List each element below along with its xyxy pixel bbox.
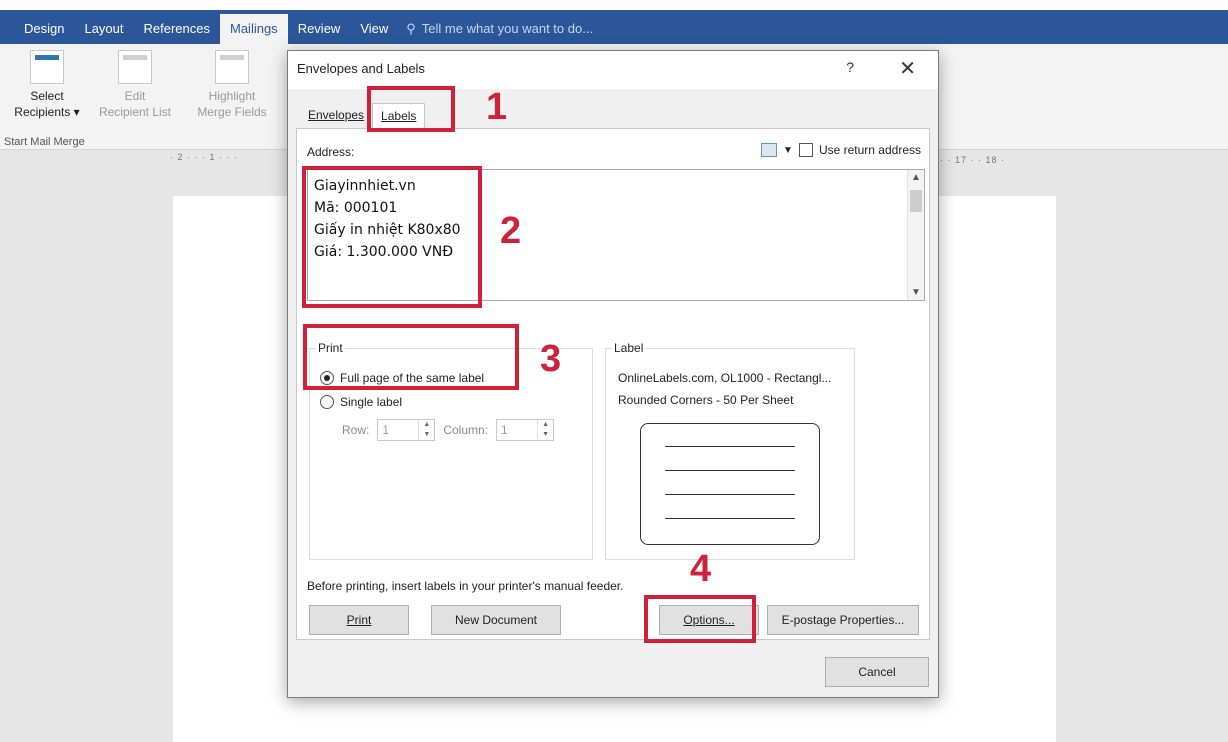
tab-envelopes[interactable]: Envelopes: [300, 103, 372, 129]
ruler-right: · · 17 · · 18 ·: [940, 155, 1006, 165]
radio-empty-icon: [320, 395, 334, 409]
epostage-properties-button[interactable]: E-postage Properties...: [767, 605, 919, 635]
highlight-merge-fields-button[interactable]: Highlight Merge Fields: [186, 50, 278, 120]
annotation-number: 1: [486, 86, 508, 128]
close-icon[interactable]: ✕: [899, 56, 916, 81]
use-return-address-checkbox[interactable]: [798, 143, 813, 157]
preview-line: [665, 518, 795, 519]
chevron-down-icon[interactable]: ▼: [783, 145, 793, 156]
annotation-number: 3: [540, 338, 562, 380]
spin-arrows-icon[interactable]: ▲ ▼: [418, 420, 434, 440]
column-label: Column:: [443, 423, 489, 437]
highlight-box-options: [644, 595, 756, 643]
highlight-label-2: Merge Fields: [197, 105, 267, 119]
use-return-address-label: Use return address: [818, 143, 921, 157]
select-recipients-label-2: Recipients ▾: [14, 105, 80, 119]
address-label: Address:: [307, 145, 355, 159]
address-scrollbar[interactable]: ▲ ▼: [907, 170, 924, 300]
single-label-radio[interactable]: Single label: [320, 395, 402, 409]
spin-arrows-icon[interactable]: ▲ ▼: [537, 420, 553, 440]
tab-view[interactable]: View: [350, 14, 398, 44]
ruler-left: · 2 · · · 1 · · ·: [170, 152, 238, 162]
scroll-down-icon[interactable]: ▼: [911, 287, 921, 298]
edit-recipient-list-button[interactable]: Edit Recipient List: [90, 50, 180, 120]
row-value: 1: [382, 423, 390, 437]
preview-line: [665, 494, 795, 495]
highlight-box-labels-tab: [367, 86, 455, 132]
scroll-up-icon[interactable]: ▲: [911, 172, 921, 183]
tab-layout[interactable]: Layout: [74, 14, 133, 44]
row-stepper[interactable]: 1 ▲ ▼: [377, 419, 436, 441]
feeder-note: Before printing, insert labels in your p…: [307, 579, 624, 593]
edit-recipient-label-1: Edit: [124, 89, 146, 103]
title-strip: [0, 0, 1228, 10]
highlight-box-print: [303, 324, 519, 390]
lightbulb-icon: ⚲: [406, 21, 416, 36]
highlight-box-address: [302, 166, 482, 308]
address-tools: ▼ Use return address: [761, 143, 921, 157]
ribbon-tabs: Design Layout References Mailings Review…: [14, 14, 601, 44]
highlight-label-1: Highlight: [208, 89, 256, 103]
preview-line: [665, 446, 795, 447]
label-description: Rounded Corners - 50 Per Sheet: [618, 393, 794, 407]
select-recipients-button[interactable]: Select Recipients ▾: [8, 50, 86, 120]
highlight-icon: [215, 50, 249, 84]
label-preview: [640, 423, 820, 545]
tab-mailings[interactable]: Mailings: [220, 14, 288, 44]
annotation-number: 2: [500, 210, 522, 252]
single-label-label: Single label: [340, 395, 403, 409]
help-button[interactable]: ?: [846, 59, 854, 75]
cancel-button[interactable]: Cancel: [825, 657, 929, 687]
new-document-button[interactable]: New Document: [431, 605, 561, 635]
tab-design[interactable]: Design: [14, 14, 74, 44]
scroll-thumb[interactable]: [910, 190, 922, 212]
column-value: 1: [501, 423, 508, 437]
tell-me-box[interactable]: ⚲ Tell me what you want to do...: [398, 14, 601, 44]
print-button[interactable]: Print: [309, 605, 409, 635]
tab-review[interactable]: Review: [288, 14, 351, 44]
edit-recipient-label-2: Recipient List: [98, 105, 172, 119]
tab-references[interactable]: References: [134, 14, 220, 44]
annotation-number: 4: [690, 548, 712, 590]
tell-me-text: Tell me what you want to do...: [421, 21, 594, 36]
column-stepper[interactable]: 1 ▲ ▼: [496, 419, 555, 441]
address-book-icon[interactable]: [761, 143, 778, 157]
dialog-title: Envelopes and Labels: [288, 51, 938, 89]
row-label: Row:: [342, 423, 370, 437]
row-column-fields: Row: 1 ▲ ▼ Column: 1 ▲ ▼: [342, 419, 555, 441]
label-name: OnlineLabels.com, OL1000 - Rectangl...: [618, 371, 832, 385]
recipients-icon: [30, 50, 64, 84]
label-group[interactable]: Label OnlineLabels.com, OL1000 - Rectang…: [605, 341, 855, 560]
preview-line: [665, 470, 795, 471]
group-label-start-mail-merge: Start Mail Merge: [4, 136, 85, 148]
ribbon-tab-bar: Design Layout References Mailings Review…: [0, 0, 1228, 44]
edit-list-icon: [118, 50, 152, 84]
label-group-label: Label: [612, 341, 646, 355]
select-recipients-label-1: Select: [30, 89, 64, 103]
